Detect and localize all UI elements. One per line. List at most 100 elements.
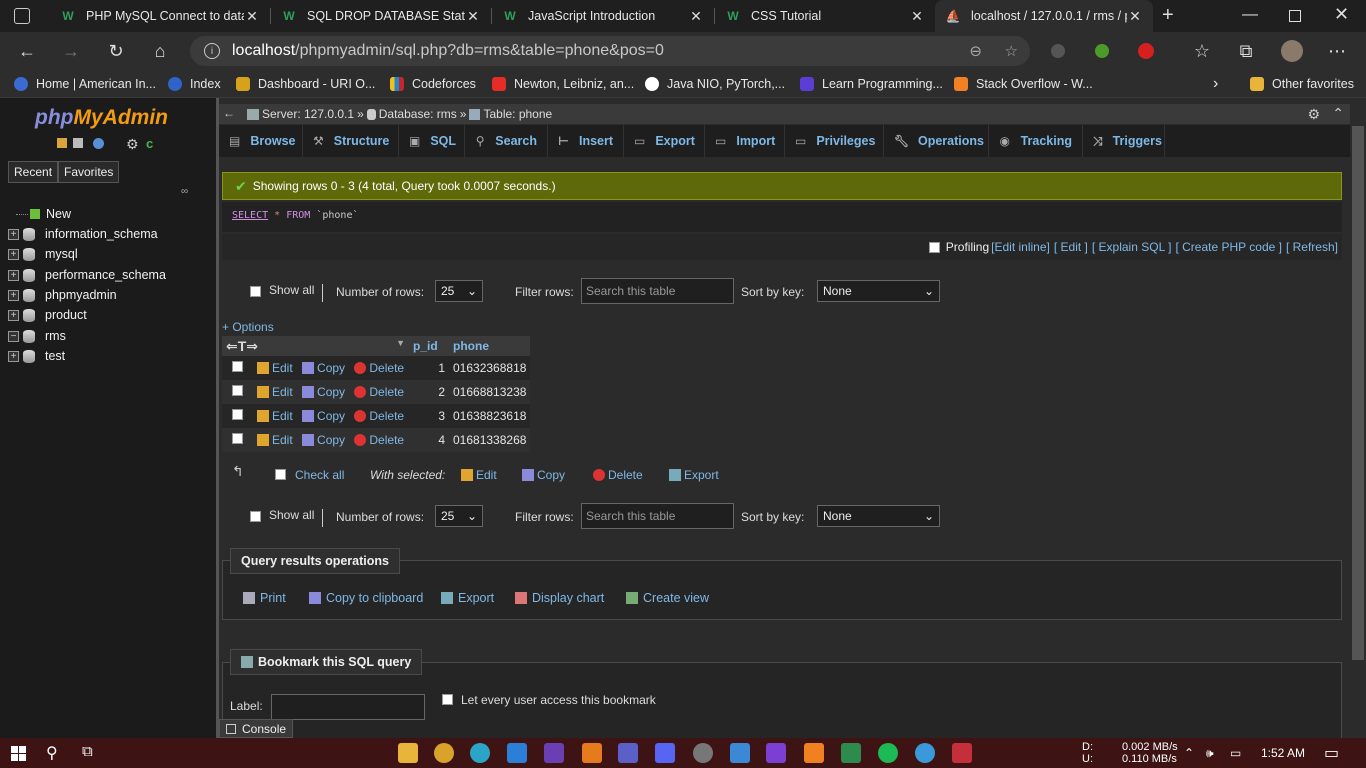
bookmark-item[interactable]: Learn Programming...: [800, 75, 943, 93]
collections-icon[interactable]: ⧉: [1233, 38, 1259, 64]
adblock-icon[interactable]: [1133, 38, 1159, 64]
console-button[interactable]: Console: [219, 719, 293, 738]
discord-icon[interactable]: [655, 743, 675, 763]
network-icon[interactable]: ▭: [1230, 738, 1241, 768]
profiling-checkbox[interactable]: [928, 241, 940, 253]
settings-icon[interactable]: ⚙: [1307, 106, 1320, 123]
avatar[interactable]: [1279, 38, 1305, 64]
row-copy[interactable]: Copy: [302, 409, 345, 423]
copy-to-clipboard-link[interactable]: Copy to clipboard: [309, 591, 423, 605]
edge-icon[interactable]: [470, 743, 490, 763]
check-all-label[interactable]: Check all: [295, 468, 344, 482]
row-edit[interactable]: Edit: [257, 361, 293, 375]
tree-db-phpmyadmin[interactable]: + phpmyadmin: [8, 286, 117, 304]
expand-icon[interactable]: +: [8, 269, 19, 281]
tab-privileges[interactable]: ▭ Privileges: [785, 125, 884, 157]
bulk-copy-button[interactable]: Copy: [522, 468, 565, 482]
recent-button[interactable]: Recent: [8, 161, 59, 183]
cell-phone[interactable]: 01632368818: [449, 356, 531, 380]
tab-sql[interactable]: ▣ SQL: [399, 125, 465, 157]
cell-phone[interactable]: 01638823618: [449, 404, 531, 428]
tab-css-tutorial[interactable]: W CSS Tutorial ✕: [715, 0, 935, 32]
sublime-icon[interactable]: [582, 743, 602, 763]
row-checkbox[interactable]: [232, 433, 243, 444]
tree-db-rms[interactable]: − rms: [8, 327, 66, 345]
clock[interactable]: 1:52 AM: [1261, 738, 1305, 768]
tree-db-product[interactable]: + product: [8, 306, 87, 324]
tab-php-mysql[interactable]: W PHP MySQL Connect to datab ✕: [50, 0, 270, 32]
bookmark-item[interactable]: Home | American In...: [14, 75, 156, 93]
close-icon[interactable]: ✕: [465, 8, 481, 25]
expand-icon[interactable]: +: [8, 248, 19, 260]
num-rows-select[interactable]: 25 ⌄: [435, 280, 483, 302]
row-edit[interactable]: Edit: [257, 433, 293, 447]
bookmark-item[interactable]: Stack Overflow - W...: [954, 75, 1093, 93]
bookmark-label-input[interactable]: [271, 694, 425, 720]
close-icon[interactable]: ✕: [244, 8, 260, 25]
phpmyadmin-logo[interactable]: phpMyAdmin: [35, 106, 168, 130]
tab-browse[interactable]: ▤ Browse: [219, 125, 303, 157]
edit-link[interactable]: [ Edit ]: [1054, 240, 1088, 254]
home-icon[interactable]: ⌂: [147, 38, 173, 64]
column-arrows-icon[interactable]: ⇐T⇒: [226, 338, 258, 354]
search-icon[interactable]: ⚲: [46, 743, 58, 763]
bookmark-item[interactable]: Codeforces: [390, 75, 476, 93]
new-tab-icon[interactable]: +: [1162, 4, 1174, 27]
row-copy[interactable]: Copy: [302, 433, 345, 447]
obs-icon[interactable]: [693, 743, 713, 763]
forward-icon[interactable]: →: [58, 38, 84, 64]
show-all-checkbox[interactable]: [250, 511, 261, 522]
edit-inline-link[interactable]: [Edit inline]: [991, 240, 1050, 254]
bookmark-item[interactable]: Dashboard - URI O...: [236, 75, 375, 93]
minimize-icon[interactable]: —: [1242, 6, 1258, 24]
reload-icon[interactable]: c: [146, 136, 153, 151]
close-icon[interactable]: ✕: [909, 8, 925, 25]
tree-db-test[interactable]: + test: [8, 347, 65, 365]
tab-actions-icon[interactable]: [14, 8, 30, 24]
row-delete[interactable]: Delete: [354, 409, 404, 423]
app-icon[interactable]: [952, 743, 972, 763]
sql-query[interactable]: SELECT * FROM `phone`: [222, 202, 1342, 232]
collapse-top-icon[interactable]: ⌃: [1332, 105, 1344, 122]
options-link[interactable]: + Options: [222, 320, 274, 334]
cell-p-id[interactable]: 2: [409, 380, 449, 404]
refresh-icon[interactable]: ↻: [103, 38, 129, 64]
chevron-up-icon[interactable]: ⌃: [1184, 738, 1194, 768]
favorites-button[interactable]: Favorites: [58, 161, 120, 183]
filter-input[interactable]: Search this table: [581, 503, 734, 529]
print-link[interactable]: Print: [243, 591, 286, 605]
expand-icon[interactable]: +: [8, 350, 19, 362]
breadcrumb-table[interactable]: Table: phone: [483, 107, 552, 121]
cell-p-id[interactable]: 4: [409, 428, 449, 452]
sort-select[interactable]: None ⌄: [817, 280, 940, 302]
expand-icon[interactable]: +: [8, 289, 19, 301]
export-link[interactable]: Export: [441, 591, 494, 605]
visual-studio-icon[interactable]: [544, 743, 564, 763]
settings-icon[interactable]: ⚙: [126, 136, 139, 153]
row-delete[interactable]: Delete: [354, 361, 404, 375]
row-copy[interactable]: Copy: [302, 385, 345, 399]
bookmark-item[interactable]: Newton, Leibniz, an...: [492, 75, 634, 93]
expand-icon[interactable]: +: [8, 309, 19, 321]
bulk-edit-button[interactable]: Edit: [461, 468, 497, 482]
spotify-icon[interactable]: [878, 743, 898, 763]
app-icon[interactable]: [730, 743, 750, 763]
scrollbar-thumb[interactable]: [1352, 126, 1364, 660]
row-copy[interactable]: Copy: [302, 361, 345, 375]
xampp-icon[interactable]: [804, 743, 824, 763]
filter-input[interactable]: Search this table: [581, 278, 734, 304]
row-edit[interactable]: Edit: [257, 409, 293, 423]
explain-sql-link[interactable]: [ Explain SQL ]: [1092, 240, 1172, 254]
more-menu-icon[interactable]: ⋯: [1324, 38, 1350, 64]
show-all-checkbox[interactable]: [250, 286, 261, 297]
row-delete[interactable]: Delete: [354, 433, 404, 447]
address-bar[interactable]: i localhost/phpmyadmin/sql.php?db=rms&ta…: [190, 36, 1030, 66]
tab-import[interactable]: ▭ Import: [705, 125, 785, 157]
row-checkbox[interactable]: [232, 361, 243, 372]
vscode-icon[interactable]: [507, 743, 527, 763]
tab-structure[interactable]: ⚒ Structure: [303, 125, 399, 157]
cell-phone[interactable]: 01668813238: [449, 380, 531, 404]
windows-start-icon[interactable]: [11, 746, 27, 762]
cell-p-id[interactable]: 1: [409, 356, 449, 380]
teams-icon[interactable]: [618, 743, 638, 763]
